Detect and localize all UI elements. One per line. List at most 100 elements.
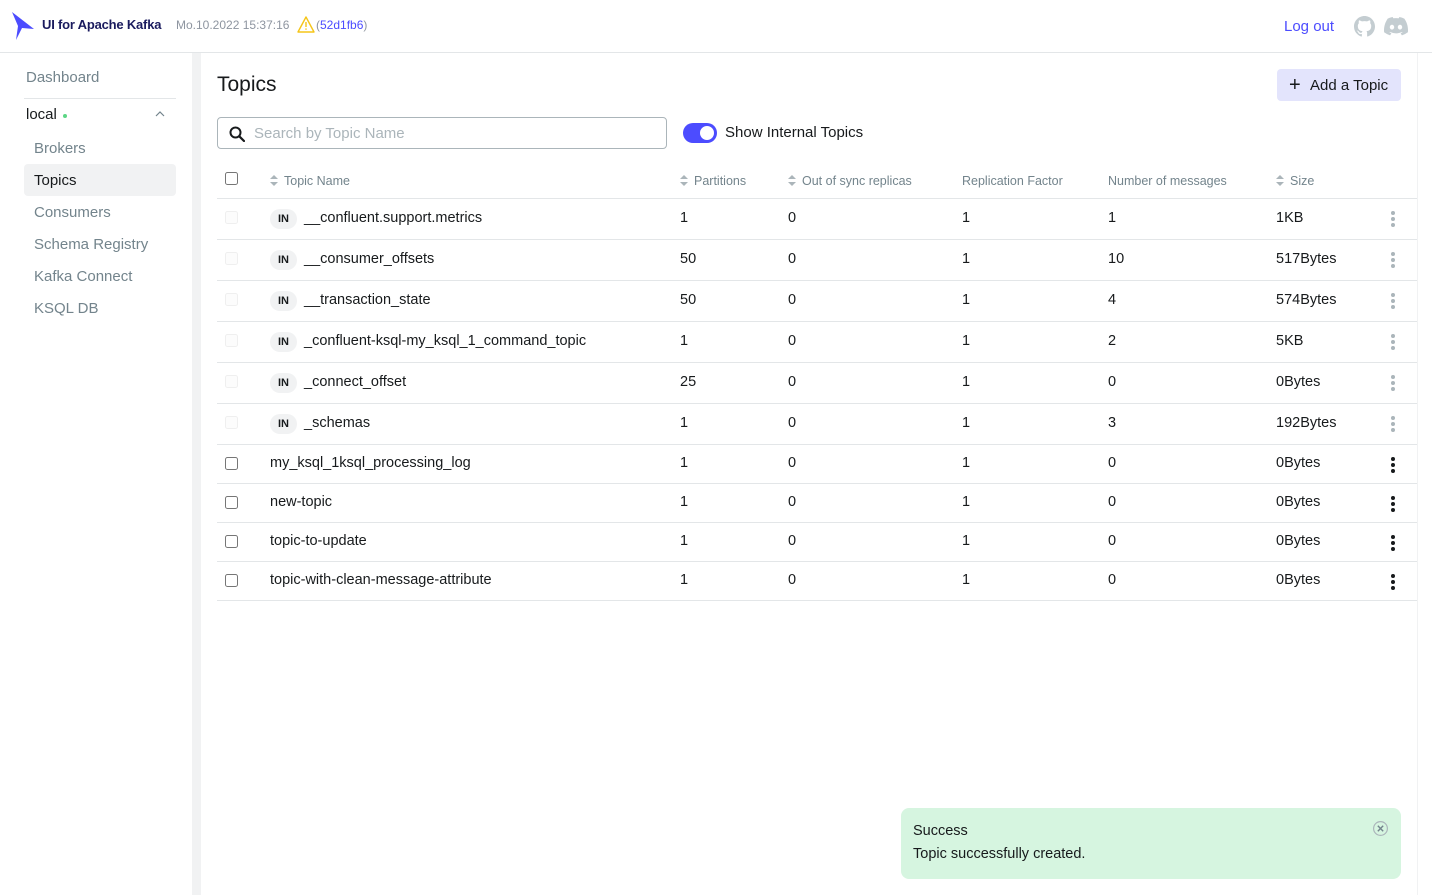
messages-cell: 0 — [1108, 572, 1117, 588]
size-cell: 1KB — [1276, 210, 1304, 226]
size-cell: 0Bytes — [1276, 455, 1321, 471]
messages-cell: 0 — [1108, 533, 1117, 549]
commit-link[interactable]: 52d1fb6 — [320, 18, 363, 32]
table-row: IN __consumer_offsets 50 0 1 10 517Bytes — [217, 240, 1417, 281]
sidebar-item-topics[interactable]: Topics — [24, 164, 176, 196]
row-checkbox[interactable] — [225, 535, 238, 548]
internal-badge: IN — [270, 414, 297, 434]
out-of-sync-cell: 0 — [788, 415, 797, 431]
row-menu-icon[interactable] — [1385, 414, 1401, 434]
size-cell: 517Bytes — [1276, 251, 1337, 267]
replication-factor-cell: 1 — [962, 210, 971, 226]
commit-info: (52d1fb6) — [316, 18, 368, 32]
topic-name-link[interactable]: my_ksql_1ksql_processing_log — [270, 455, 471, 471]
sidebar-item-ksql-db[interactable]: KSQL DB — [24, 292, 176, 324]
row-checkbox[interactable] — [225, 416, 238, 429]
replication-factor-cell: 1 — [962, 533, 971, 549]
row-checkbox[interactable] — [225, 334, 238, 347]
replication-factor-cell: 1 — [962, 251, 971, 267]
topic-name-link[interactable]: topic-to-update — [270, 533, 367, 549]
column-header-size[interactable]: Size — [1276, 174, 1314, 188]
discord-icon[interactable] — [1384, 17, 1408, 36]
topic-name-link[interactable]: new-topic — [270, 494, 332, 510]
row-menu-icon[interactable] — [1385, 291, 1401, 311]
page-title: Topics — [217, 73, 277, 96]
show-internal-topics-toggle[interactable] — [683, 123, 717, 143]
table-row: IN __transaction_state 50 0 1 4 574Bytes — [217, 281, 1417, 322]
plus-icon: + — [1289, 74, 1301, 96]
table-row: new-topic 1 0 1 0 0Bytes — [217, 484, 1417, 523]
sidebar-item-dashboard[interactable]: Dashboard — [26, 69, 99, 86]
messages-cell: 10 — [1108, 251, 1125, 267]
partitions-cell: 50 — [680, 292, 697, 308]
sort-icon — [680, 175, 688, 186]
sidebar-item-consumers[interactable]: Consumers — [24, 196, 176, 228]
topic-name-link[interactable]: __transaction_state — [304, 292, 431, 308]
partitions-cell: 25 — [680, 374, 697, 390]
table-row: my_ksql_1ksql_processing_log 1 0 1 0 0Bytes — [217, 445, 1417, 484]
add-topic-button[interactable]: + Add a Topic — [1277, 69, 1401, 101]
github-icon[interactable] — [1354, 16, 1375, 37]
column-header-topic-name[interactable]: Topic Name — [270, 174, 350, 188]
topic-name-link[interactable]: topic-with-clean-message-attribute — [270, 572, 492, 588]
replication-factor-cell: 1 — [962, 494, 971, 510]
out-of-sync-cell: 0 — [788, 251, 797, 267]
close-icon[interactable] — [1372, 820, 1389, 837]
topic-name-link[interactable]: __confluent.support.metrics — [304, 210, 482, 226]
sidebar-item-schema-registry[interactable]: Schema Registry — [24, 228, 176, 260]
cluster-name[interactable]: local — [26, 106, 57, 123]
row-menu-icon[interactable] — [1385, 455, 1401, 475]
messages-cell: 1 — [1108, 210, 1117, 226]
size-cell: 0Bytes — [1276, 494, 1321, 510]
scrollbar[interactable] — [1417, 53, 1432, 895]
column-header-partitions[interactable]: Partitions — [680, 174, 746, 188]
kafka-logo-icon[interactable] — [10, 11, 36, 41]
row-checkbox[interactable] — [225, 457, 238, 470]
partitions-cell: 1 — [680, 210, 689, 226]
size-cell: 192Bytes — [1276, 415, 1337, 431]
cluster-status-dot — [63, 114, 67, 118]
table-row: topic-with-clean-message-attribute 1 0 1 0 0B… — [217, 562, 1417, 601]
out-of-sync-cell: 0 — [788, 333, 797, 349]
row-checkbox[interactable] — [225, 211, 238, 224]
table-body: IN __confluent.support.metrics 1 0 1 1 1KB IN __… — [217, 199, 1417, 601]
row-checkbox[interactable] — [225, 375, 238, 388]
column-header-out-of-sync[interactable]: Out of sync replicas — [788, 174, 912, 188]
sidebar-item-kafka-connect[interactable]: Kafka Connect — [24, 260, 176, 292]
row-checkbox[interactable] — [225, 252, 238, 265]
size-cell: 574Bytes — [1276, 292, 1337, 308]
topic-name-link[interactable]: _connect_offset — [304, 374, 406, 390]
chevron-up-icon[interactable] — [155, 110, 165, 118]
top-navbar: UI for Apache Kafka Mo.10.2022 15:37:16 … — [0, 0, 1432, 53]
brand-title[interactable]: UI for Apache Kafka — [42, 17, 161, 32]
row-menu-icon[interactable] — [1385, 572, 1401, 592]
replication-factor-cell: 1 — [962, 415, 971, 431]
partitions-cell: 1 — [680, 533, 689, 549]
table-row: IN _connect_offset 25 0 1 0 0Bytes — [217, 363, 1417, 404]
build-date: Mo.10.2022 15:37:16 — [176, 18, 290, 32]
search-input[interactable] — [254, 122, 654, 144]
sidebar-item-brokers[interactable]: Brokers — [24, 132, 176, 164]
partitions-cell: 50 — [680, 251, 697, 267]
row-menu-icon[interactable] — [1385, 373, 1401, 393]
row-menu-icon[interactable] — [1385, 494, 1401, 514]
column-header-replication-factor: Replication Factor — [962, 174, 1063, 188]
row-checkbox[interactable] — [225, 574, 238, 587]
replication-factor-cell: 1 — [962, 374, 971, 390]
row-menu-icon[interactable] — [1385, 533, 1401, 553]
topic-name-link[interactable]: _schemas — [304, 415, 370, 431]
topic-name-link[interactable]: _confluent-ksql-my_ksql_1_command_topic — [304, 333, 586, 349]
replication-factor-cell: 1 — [962, 572, 971, 588]
row-menu-icon[interactable] — [1385, 332, 1401, 352]
row-menu-icon[interactable] — [1385, 209, 1401, 229]
topic-name-link[interactable]: __consumer_offsets — [304, 251, 434, 267]
select-all-checkbox[interactable] — [225, 172, 238, 185]
row-checkbox[interactable] — [225, 293, 238, 306]
replication-factor-cell: 1 — [962, 333, 971, 349]
row-checkbox[interactable] — [225, 496, 238, 509]
row-menu-icon[interactable] — [1385, 250, 1401, 270]
replication-factor-cell: 1 — [962, 455, 971, 471]
sort-icon — [270, 175, 278, 186]
logout-link[interactable]: Log out — [1284, 18, 1334, 35]
messages-cell: 3 — [1108, 415, 1117, 431]
